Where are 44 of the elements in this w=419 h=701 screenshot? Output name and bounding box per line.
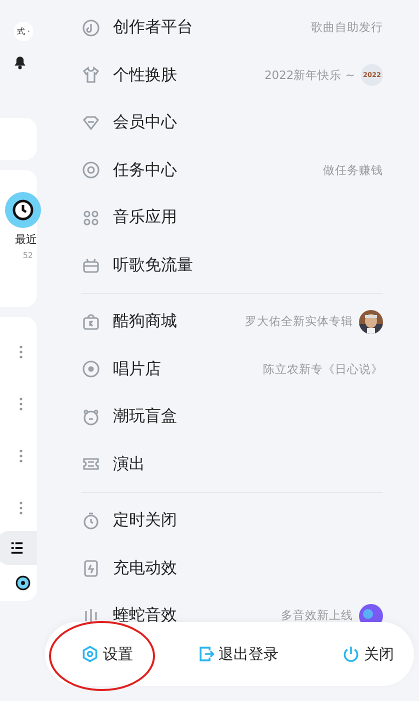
- face-icon[interactable]: [15, 575, 31, 591]
- settings-icon: [81, 645, 99, 663]
- menu-item[interactable]: 潮玩盲盒: [113, 406, 383, 428]
- item-hint: 做任务赚钱: [323, 162, 383, 178]
- timer-icon: [81, 510, 101, 531]
- menu-item[interactable]: 听歌免流量: [113, 254, 383, 276]
- menu-item[interactable]: 唱片店: [113, 358, 263, 380]
- menu-item[interactable]: 演出: [113, 454, 383, 475]
- recent-label[interactable]: 最近: [15, 232, 37, 247]
- menu-item[interactable]: 蝰蛇音效: [113, 605, 281, 626]
- menu-item[interactable]: 酷狗商城: [113, 311, 245, 332]
- battery-icon: [81, 558, 101, 578]
- menu-item[interactable]: 个性换肤: [113, 64, 264, 86]
- more-icon[interactable]: [19, 501, 23, 515]
- more-icon[interactable]: [19, 449, 23, 463]
- clock-icon[interactable]: [5, 192, 41, 228]
- grid-icon: [81, 208, 101, 228]
- menu-item[interactable]: 创作者平台: [113, 17, 311, 38]
- item-hint: 2022新年快乐 ~: [264, 68, 355, 83]
- menu-item[interactable]: 音乐应用: [113, 207, 383, 228]
- disc-icon: [81, 359, 101, 380]
- shirt-icon: [81, 65, 101, 86]
- more-icon[interactable]: [19, 345, 23, 359]
- menu-item[interactable]: 充电动效: [113, 558, 383, 579]
- bear-icon: [81, 406, 101, 427]
- menu-item[interactable]: 任务中心: [113, 160, 323, 181]
- item-hint: 多音效新上线: [281, 608, 353, 624]
- bag-icon: [81, 312, 101, 332]
- creator-icon: [81, 18, 101, 38]
- bar-button[interactable]: 关闭: [338, 640, 398, 668]
- bar-button[interactable]: 退出登录: [192, 640, 282, 668]
- list-button[interactable]: [0, 531, 37, 565]
- menu-item[interactable]: 会员中心: [113, 112, 383, 134]
- item-hint: 陈立农新专《日心说》: [263, 362, 383, 377]
- coin-icon: [81, 160, 101, 180]
- power-icon: [342, 645, 360, 663]
- menu-item[interactable]: 定时关闭: [113, 510, 383, 532]
- list-icon: [9, 540, 25, 556]
- more-icon[interactable]: [19, 397, 23, 411]
- item-hint: 罗大佑全新实体专辑: [245, 314, 353, 330]
- item-hint: 歌曲自助发行: [311, 20, 383, 36]
- logout-icon: [196, 645, 214, 663]
- recent-count: 52: [22, 251, 34, 260]
- mode-selector[interactable]: 式 ·: [14, 22, 33, 41]
